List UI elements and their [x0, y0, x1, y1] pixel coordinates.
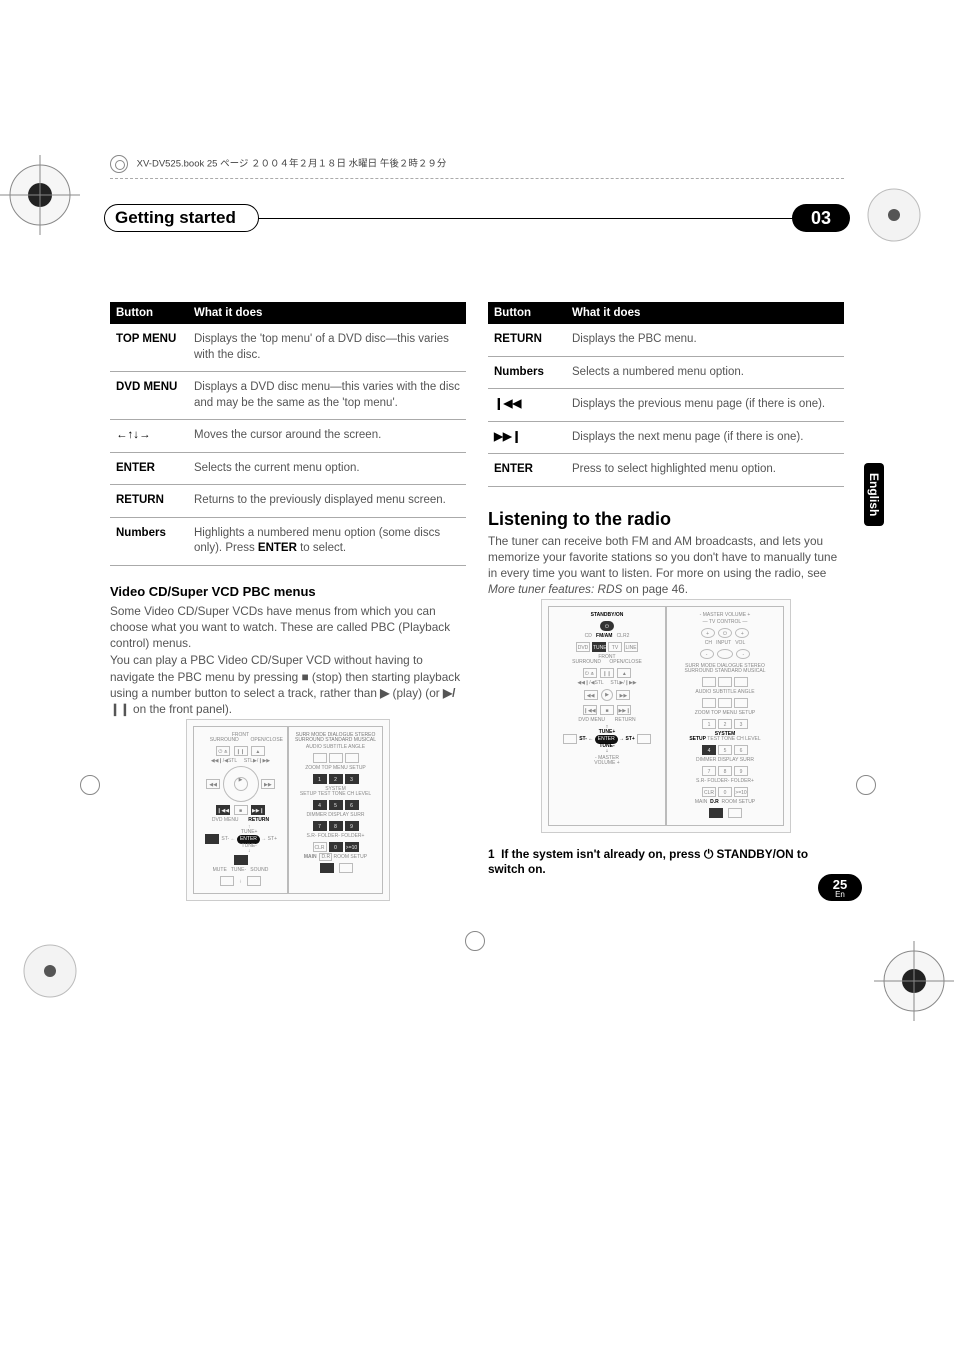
button-desc: Displays the previous menu page (if ther… [566, 389, 844, 422]
button-name: TOP MENU [110, 324, 188, 372]
button-desc: Press to select highlighted menu option. [566, 454, 844, 487]
button-name: RETURN [110, 485, 188, 518]
button-desc: Selects a numbered menu option. [566, 356, 844, 389]
paragraph: You can play a PBC Video CD/Super VCD wi… [110, 652, 466, 717]
button-desc: Displays the 'top menu' of a DVD disc—th… [188, 324, 466, 372]
th-what: What it does [566, 302, 844, 324]
paragraph: Some Video CD/Super VCDs have menus from… [110, 603, 466, 652]
button-table-dvd: ButtonWhat it does TOP MENUDisplays the … [110, 302, 466, 566]
section-title-bar: Getting started 03 [110, 204, 844, 232]
section-number-badge: 03 [792, 204, 850, 232]
button-name: RETURN [488, 324, 566, 356]
button-name: Numbers [488, 356, 566, 389]
heading-listening-radio: Listening to the radio [488, 509, 844, 530]
button-desc: Highlights a numbered menu option (some … [188, 517, 466, 565]
button-name: ▶▶❙ [488, 421, 566, 454]
header-note: XV-DV525.book 25 ページ ２００４年２月１８日 水曜日 午後２時… [110, 155, 844, 175]
page-lang: En [818, 890, 862, 899]
remote-illustration-left: FRONTSURROUND OPEN/CLOSE ⏻ ⏏ ❙❙ ▲ ◀◀❙/◀S… [186, 719, 390, 901]
button-name: ❙◀◀ [488, 389, 566, 422]
section-title: Getting started [104, 204, 259, 232]
dashed-rule [110, 178, 844, 179]
stop-icon: ■ [301, 670, 308, 684]
th-button: Button [110, 302, 188, 324]
th-what: What it does [188, 302, 466, 324]
button-desc: Moves the cursor around the screen. [188, 420, 466, 453]
button-table-vcd: ButtonWhat it does RETURNDisplays the PB… [488, 302, 844, 487]
button-name: ENTER [110, 452, 188, 485]
th-button: Button [488, 302, 566, 324]
power-icon: ⏻ [704, 847, 713, 861]
header-note-text: XV-DV525.book 25 ページ ２００４年２月１８日 水曜日 午後２時… [137, 159, 447, 170]
button-name: Numbers [110, 517, 188, 565]
subheading-vcd-pbc: Video CD/Super VCD PBC menus [110, 584, 466, 599]
remote-illustration-right: STANDBY/ON ⏻ CD FM/AM CLR2 DVDTUNERTVLIN… [541, 599, 791, 833]
paragraph: The tuner can receive both FM and AM bro… [488, 533, 844, 598]
button-desc: Displays a DVD disc menu—this varies wit… [188, 372, 466, 420]
step-1: 1 If the system isn't already on, press … [488, 847, 844, 876]
button-desc: Selects the current menu option. [188, 452, 466, 485]
registration-icon [110, 155, 128, 173]
page-number-badge: 25 En [818, 874, 862, 901]
button-name: ENTER [488, 454, 566, 487]
button-name: DVD MENU [110, 372, 188, 420]
play-icon: ▶ [380, 686, 389, 700]
button-name: ←↑↓→ [110, 420, 188, 453]
button-desc: Returns to the previously displayed menu… [188, 485, 466, 518]
button-desc: Displays the next menu page (if there is… [566, 421, 844, 454]
button-desc: Displays the PBC menu. [566, 324, 844, 356]
